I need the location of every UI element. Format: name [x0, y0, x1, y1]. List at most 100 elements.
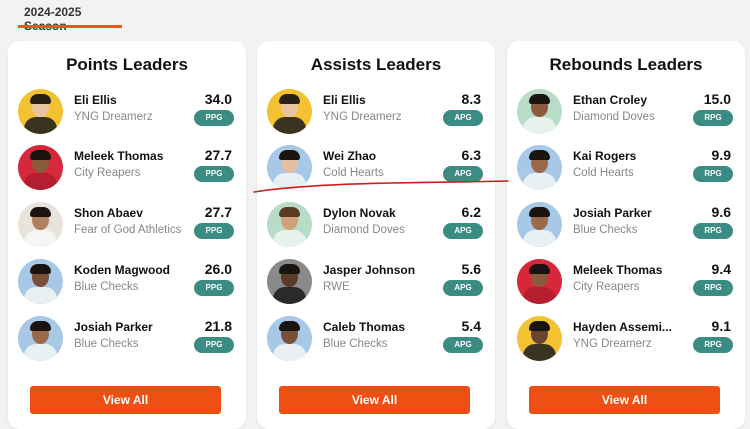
- player-team: Fear of God Athletics: [74, 224, 182, 236]
- player-avatar: [517, 259, 562, 304]
- stat-badge: APG: [443, 110, 483, 126]
- stat-value: 9.4: [711, 261, 731, 277]
- stat-badge: RPG: [693, 110, 733, 126]
- player-name[interactable]: Wei Zhao: [323, 149, 376, 163]
- player-name[interactable]: Ethan Croley: [573, 93, 647, 107]
- view-all-button[interactable]: View All: [279, 386, 470, 414]
- leader-row[interactable]: Hayden Assemi... YNG Dreamerz 9.1 RPG: [507, 316, 745, 364]
- stat-badge: RPG: [693, 223, 733, 239]
- season-tab[interactable]: 2024-2025 Season: [18, 0, 122, 33]
- leader-row[interactable]: Caleb Thomas Blue Checks 5.4 APG: [257, 316, 495, 364]
- player-team: City Reapers: [74, 167, 141, 179]
- player-avatar: [267, 89, 312, 134]
- stat-value: 9.9: [711, 147, 731, 163]
- leader-row[interactable]: Kai Rogers Cold Hearts 9.9 RPG: [507, 145, 745, 193]
- player-avatar: [267, 202, 312, 247]
- stat-value: 27.7: [204, 147, 232, 163]
- player-name[interactable]: Hayden Assemi...: [573, 320, 672, 334]
- leader-row[interactable]: Josiah Parker Blue Checks 21.8 PPG: [8, 316, 246, 364]
- player-name[interactable]: Meleek Thomas: [573, 263, 662, 277]
- player-team: Blue Checks: [573, 224, 638, 236]
- rebounds-leaders-card: Rebounds Leaders Ethan Croley Diamond Do…: [507, 41, 745, 429]
- player-team: Diamond Doves: [573, 111, 655, 123]
- stat-value: 15.0: [703, 91, 731, 107]
- season-tab-label: 2024-2025 Season: [24, 5, 82, 33]
- player-avatar: [18, 316, 63, 361]
- stat-badge: RPG: [693, 166, 733, 182]
- leader-row[interactable]: Josiah Parker Blue Checks 9.6 RPG: [507, 202, 745, 250]
- assists-leaders-card: Assists Leaders Eli Ellis YNG Dreamerz 8…: [257, 41, 495, 429]
- player-name[interactable]: Dylon Novak: [323, 206, 396, 220]
- player-name[interactable]: Jasper Johnson: [323, 263, 415, 277]
- leader-row[interactable]: Eli Ellis YNG Dreamerz 8.3 APG: [257, 89, 495, 137]
- player-avatar: [18, 259, 63, 304]
- player-avatar: [18, 145, 63, 190]
- player-name[interactable]: Eli Ellis: [323, 93, 366, 107]
- leader-row[interactable]: Meleek Thomas City Reapers 9.4 RPG: [507, 259, 745, 307]
- player-avatar: [267, 316, 312, 361]
- stat-badge: APG: [443, 337, 483, 353]
- player-team: YNG Dreamerz: [323, 111, 402, 123]
- view-all-button[interactable]: View All: [529, 386, 720, 414]
- player-team: City Reapers: [573, 281, 640, 293]
- stat-badge: APG: [443, 223, 483, 239]
- stat-value: 21.8: [204, 318, 232, 334]
- player-name[interactable]: Josiah Parker: [74, 320, 153, 334]
- stat-badge: PPG: [194, 110, 234, 126]
- player-avatar: [517, 145, 562, 190]
- stat-badge: APG: [443, 166, 483, 182]
- stat-value: 6.2: [461, 204, 481, 220]
- player-avatar: [18, 202, 63, 247]
- player-team: Blue Checks: [74, 281, 139, 293]
- player-team: Blue Checks: [74, 338, 139, 350]
- player-team: Blue Checks: [323, 338, 388, 350]
- player-team: Diamond Doves: [323, 224, 405, 236]
- stat-badge: APG: [443, 280, 483, 296]
- stat-badge: PPG: [194, 166, 234, 182]
- leader-row[interactable]: Ethan Croley Diamond Doves 15.0 RPG: [507, 89, 745, 137]
- player-team: Cold Hearts: [323, 167, 384, 179]
- stat-value: 9.1: [711, 318, 731, 334]
- stat-badge: RPG: [693, 337, 733, 353]
- player-team: YNG Dreamerz: [573, 338, 652, 350]
- leader-row[interactable]: Jasper Johnson RWE 5.6 APG: [257, 259, 495, 307]
- leader-row[interactable]: Koden Magwood Blue Checks 26.0 PPG: [8, 259, 246, 307]
- player-name[interactable]: Koden Magwood: [74, 263, 170, 277]
- card-title: Assists Leaders: [310, 55, 442, 74]
- player-team: RWE: [323, 281, 350, 293]
- player-team: YNG Dreamerz: [74, 111, 153, 123]
- stat-value: 27.7: [204, 204, 232, 220]
- leader-row[interactable]: Shon Abaev Fear of God Athletics 27.7 PP…: [8, 202, 246, 250]
- season-tab-underline: [18, 25, 122, 28]
- player-name[interactable]: Caleb Thomas: [323, 320, 405, 334]
- player-name[interactable]: Josiah Parker: [573, 206, 652, 220]
- stat-value: 5.6: [461, 261, 481, 277]
- player-name[interactable]: Kai Rogers: [573, 149, 636, 163]
- player-avatar: [267, 259, 312, 304]
- player-name[interactable]: Meleek Thomas: [74, 149, 163, 163]
- leader-row[interactable]: Wei Zhao Cold Hearts 6.3 APG: [257, 145, 495, 193]
- player-avatar: [517, 202, 562, 247]
- stat-value: 34.0: [204, 91, 232, 107]
- player-avatar: [517, 89, 562, 134]
- card-title: Rebounds Leaders: [549, 55, 703, 74]
- stat-badge: PPG: [194, 223, 234, 239]
- player-team: Cold Hearts: [573, 167, 634, 179]
- player-avatar: [267, 145, 312, 190]
- player-name[interactable]: Shon Abaev: [74, 206, 143, 220]
- player-avatar: [517, 316, 562, 361]
- stat-value: 5.4: [461, 318, 481, 334]
- leader-row[interactable]: Meleek Thomas City Reapers 27.7 PPG: [8, 145, 246, 193]
- player-name[interactable]: Eli Ellis: [74, 93, 117, 107]
- stat-value: 6.3: [461, 147, 481, 163]
- stat-value: 8.3: [461, 91, 481, 107]
- stat-badge: RPG: [693, 280, 733, 296]
- leader-row[interactable]: Dylon Novak Diamond Doves 6.2 APG: [257, 202, 495, 250]
- card-title: Points Leaders: [66, 55, 188, 74]
- view-all-button[interactable]: View All: [30, 386, 221, 414]
- leader-row[interactable]: Eli Ellis YNG Dreamerz 34.0 PPG: [8, 89, 246, 137]
- stat-badge: PPG: [194, 337, 234, 353]
- stat-badge: PPG: [194, 280, 234, 296]
- stat-value: 9.6: [711, 204, 731, 220]
- stat-value: 26.0: [204, 261, 232, 277]
